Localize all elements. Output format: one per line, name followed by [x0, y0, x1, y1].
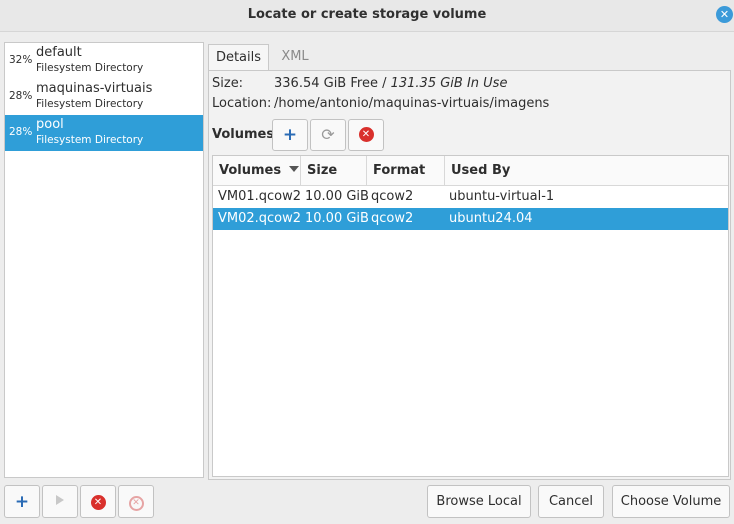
pool-usage-percent: 32% — [9, 54, 33, 66]
pool-name: maquinas-virtuais — [36, 81, 153, 96]
play-icon — [56, 495, 64, 505]
browse-local-button[interactable]: Browse Local — [427, 485, 531, 518]
add-volume-button[interactable]: + — [272, 119, 308, 151]
column-header-format[interactable]: Format — [367, 156, 445, 186]
tab-details[interactable]: Details — [208, 44, 269, 71]
size-separator: / — [377, 76, 391, 91]
add-icon: + — [282, 125, 298, 145]
close-icon: ✕ — [719, 8, 730, 21]
size-free: 336.54 GiB Free — [274, 76, 378, 91]
size-label: Size: — [212, 76, 244, 91]
column-header-volumes[interactable]: Volumes — [213, 156, 301, 186]
choose-volume-button[interactable]: Choose Volume — [612, 485, 730, 518]
close-window-button[interactable]: ✕ — [716, 6, 733, 23]
location-label: Location: — [212, 96, 272, 111]
pool-name: default — [36, 45, 82, 60]
table-row[interactable]: VM01.qcow2 10.00 GiB qcow2 ubuntu-virtua… — [213, 186, 728, 208]
table-row[interactable]: VM02.qcow2 10.00 GiB qcow2 ubuntu24.04 — [213, 208, 728, 230]
add-icon: + — [14, 492, 30, 512]
volume-name-cell: VM01.qcow2 — [218, 189, 302, 204]
title-bar: Locate or create storage volume ✕ — [0, 0, 734, 32]
start-pool-button[interactable] — [42, 485, 78, 518]
column-header-size[interactable]: Size — [301, 156, 367, 186]
location-value: /home/antonio/maquinas-virtuais/imagens — [274, 96, 550, 111]
pool-type: Filesystem Directory — [36, 98, 144, 110]
pool-usage-percent: 28% — [9, 90, 33, 102]
volume-format-cell: qcow2 — [371, 189, 414, 204]
delete-pool-button[interactable]: ✕ — [118, 485, 154, 518]
pool-type: Filesystem Directory — [36, 134, 144, 146]
volume-format-cell: qcow2 — [371, 211, 414, 226]
volume-used-by-cell: ubuntu24.04 — [449, 211, 533, 226]
refresh-icon: ⟳ — [321, 125, 335, 144]
volume-table[interactable]: Volumes Size Format Used By VM01.qcow2 1… — [212, 155, 729, 477]
pool-item-pool[interactable]: 28% pool Filesystem Directory — [5, 115, 203, 151]
stop-icon: ✕ — [90, 495, 106, 510]
pool-usage-percent: 28% — [9, 126, 33, 138]
pool-name: pool — [36, 117, 64, 132]
pool-item-maquinas-virtuais[interactable]: 28% maquinas-virtuais Filesystem Directo… — [5, 79, 203, 115]
volume-used-by-cell: ubuntu-virtual-1 — [449, 189, 555, 204]
sort-descending-icon — [289, 166, 300, 172]
pool-item-default[interactable]: 32% default Filesystem Directory — [5, 43, 203, 79]
volumes-label: Volumes — [212, 127, 275, 142]
delete-icon: ✕ — [358, 127, 374, 142]
storage-pool-list[interactable]: 32% default Filesystem Directory 28% maq… — [4, 42, 204, 478]
size-value: 336.54 GiB Free / 131.35 GiB In Use — [274, 76, 507, 91]
volume-size-cell: 10.00 GiB — [305, 211, 369, 226]
delete-icon: ✕ — [128, 496, 144, 511]
pool-type: Filesystem Directory — [36, 62, 144, 74]
add-pool-button[interactable]: + — [4, 485, 40, 518]
refresh-volumes-button[interactable]: ⟳ — [310, 119, 346, 151]
volume-name-cell: VM02.qcow2 — [218, 211, 302, 226]
volume-size-cell: 10.00 GiB — [305, 189, 369, 204]
column-header-used-by[interactable]: Used By — [445, 156, 728, 186]
size-in-use: 131.35 GiB In Use — [390, 76, 508, 91]
stop-pool-button[interactable]: ✕ — [80, 485, 116, 518]
delete-volume-button[interactable]: ✕ — [348, 119, 384, 151]
tab-xml[interactable]: XML — [270, 44, 320, 71]
cancel-button[interactable]: Cancel — [538, 485, 604, 518]
window-title: Locate or create storage volume — [247, 7, 487, 22]
